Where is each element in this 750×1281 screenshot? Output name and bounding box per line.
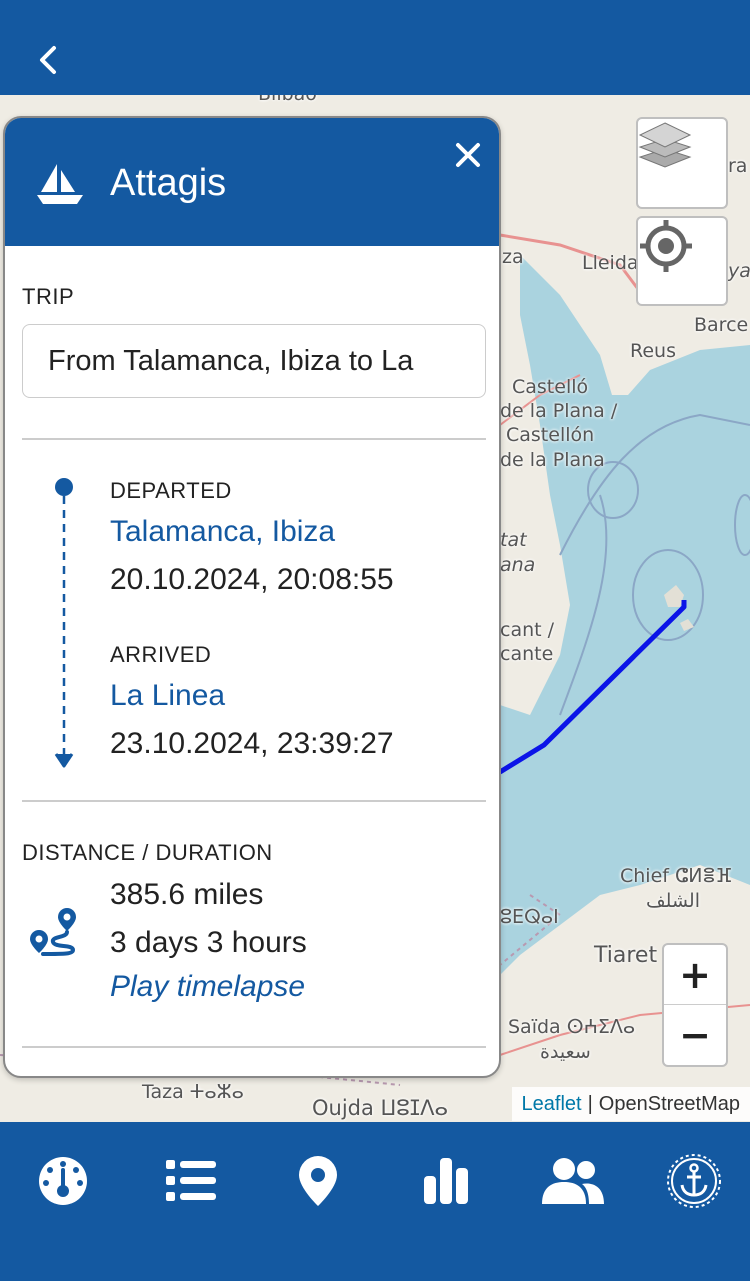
bottom-nav [0,1122,750,1281]
zoom-control: + − [662,943,728,1067]
map-label: cante [500,643,554,665]
map-label: Tiaret [594,943,658,968]
map-attribution: Leaflet | OpenStreetMap [511,1087,750,1121]
bar-chart-icon [424,1158,468,1204]
map-label: Castellón [506,424,595,446]
nav-location[interactable] [283,1146,353,1216]
map-label: الشلف [646,890,700,912]
map-label: ya [728,260,750,282]
nav-list[interactable] [156,1146,226,1216]
map-label: Oujda ⵡⵓⵊⴷⴰ [312,1096,449,1120]
map-label: Castelló [512,376,589,398]
nav-stats[interactable] [411,1146,481,1216]
users-icon [542,1158,604,1204]
map-label: Bilbao [258,95,317,105]
map-label: Reus [630,340,676,362]
nav-crew[interactable] [538,1146,608,1216]
distance-duration-label: DISTANCE / DURATION [22,840,273,865]
map-label: Taza ⵜⴰⵣⴰ [142,1081,244,1103]
list-icon [166,1160,216,1201]
map-label: za [502,246,524,268]
anchor-icon [667,1154,721,1208]
nav-anchor[interactable] [659,1146,729,1216]
layers-icon [638,122,692,168]
map-label: Saïda ⵙⵄⵉⴷⴰ [508,1016,636,1038]
map-label: ana [500,554,536,576]
zoom-in-button[interactable]: + [664,945,726,1005]
trip-select-field[interactable] [22,324,486,398]
play-timelapse-link[interactable]: Play timelapse [110,970,305,1004]
timeline-graphic [54,478,74,768]
gauge-icon [39,1157,87,1205]
top-bar [0,0,750,95]
map-label: ⵓⴹⵕⴰⵏ [500,906,559,928]
departed-time: 20.10.2024, 20:08:55 [110,563,394,596]
chevron-left-icon[interactable] [30,40,70,80]
divider [22,1046,486,1048]
map-label: Chief ⵛⵍⴻⴼ [620,865,733,887]
map-label: cant / [500,619,555,641]
arrived-place[interactable]: La Linea [110,679,225,713]
leaflet-link[interactable]: Leaflet [522,1093,582,1116]
departed-place[interactable]: Talamanca, Ibiza [110,515,335,549]
zoom-out-button[interactable]: − [664,1005,726,1065]
trip-panel: Attagis TRIP DEPARTED Talamanca, Ibiza 2… [3,116,501,1078]
route-icon [30,908,76,956]
attribution-separator: | [587,1092,593,1115]
map-label: Barce [694,314,749,336]
vessel-name: Attagis [110,162,227,204]
duration-value: 3 days 3 hours [110,926,307,959]
sailboat-icon [37,164,83,204]
map-pin-icon [299,1156,337,1206]
map-label: tat [500,529,527,551]
map-label: de la Plana [500,449,605,471]
nav-dashboard[interactable] [28,1146,98,1216]
map-label: ra [728,155,748,177]
locate-me-button[interactable] [636,216,728,306]
arrived-time: 23.10.2024, 23:39:27 [110,727,394,760]
trip-label: TRIP [22,284,75,309]
distance-value: 385.6 miles [110,878,264,911]
arrived-heading: ARRIVED [110,642,212,667]
map-label: de la Plana / [500,400,618,422]
close-icon[interactable] [451,138,485,172]
osm-link[interactable]: OpenStreetMap [599,1093,740,1116]
crosshair-icon [640,220,692,272]
divider [22,438,486,440]
layers-button[interactable] [636,117,728,209]
departed-heading: DEPARTED [110,478,232,503]
panel-header: Attagis [5,118,499,246]
divider [22,800,486,802]
map-label: سعيدة [540,1041,591,1063]
map-label: Lleida [582,252,639,274]
